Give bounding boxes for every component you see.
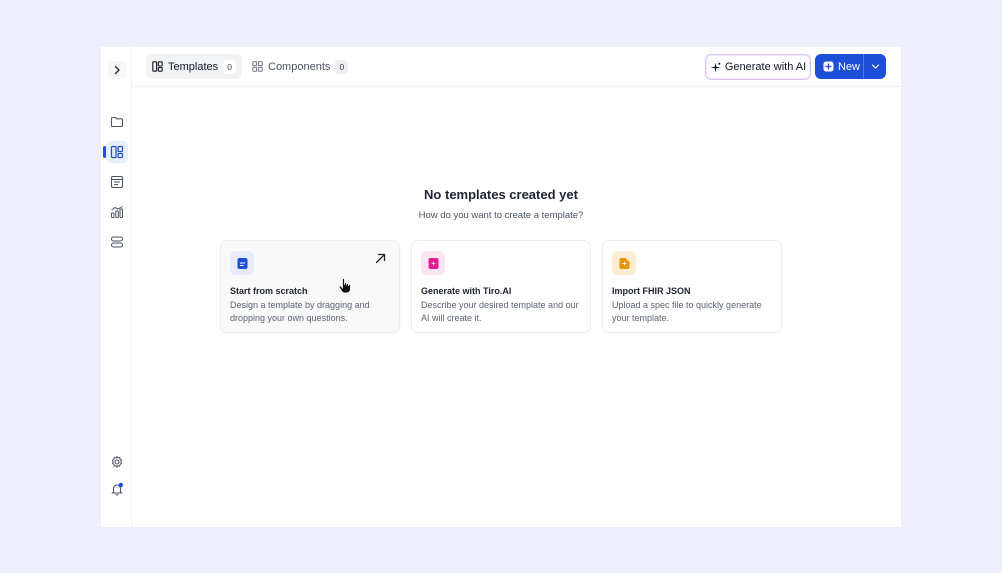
layout-icon [152,61,163,72]
sidebar-expand-button[interactable] [108,61,126,79]
tab-templates-count: 0 [223,59,237,74]
ai-document-icon [428,257,438,269]
card-icon-container [612,251,636,275]
card-description: Describe your desired template and our A… [421,300,579,323]
sidebar-item-folders[interactable] [106,111,128,133]
arrow-up-right-icon [375,253,386,264]
sparkle-icon [710,62,721,72]
sidebar-item-templates[interactable] [106,141,128,163]
card-title: Start from scratch [230,286,308,296]
card-generate-with-tiro-ai[interactable]: Generate with Tiro.AI Describe your desi… [411,240,591,333]
tab-templates[interactable]: Templates 0 [146,54,243,79]
tab-components-label: Components [268,60,331,73]
sidebar-item-stack[interactable] [106,231,128,253]
settings-icon [111,455,123,468]
card-import-fhir-json[interactable]: Import FHIR JSON Upload a spec file to q… [602,240,782,333]
sidebar-item-settings[interactable] [106,451,128,473]
hand-pointer-cursor-icon [338,278,351,294]
plus-square-icon [823,61,834,72]
generate-with-ai-label: Generate with AI [724,61,807,73]
sidebar [101,47,132,527]
grid-icon [252,61,263,72]
document-icon [237,257,247,269]
card-title: Generate with Tiro.AI [421,286,512,296]
card-description: Design a template by dragging and droppi… [230,300,370,323]
sidebar-item-notifications[interactable] [106,478,128,500]
empty-state-title: No templates created yet [424,187,578,202]
top-bar: Templates 0 Components 0 Generate with A… [132,47,901,87]
bell-icon [111,482,123,496]
card-start-from-scratch[interactable]: Start from scratch Design a template by … [220,240,400,333]
chevron-down-icon [871,64,879,69]
tab-templates-label: Templates [168,60,219,73]
tab-components-count: 0 [335,59,349,74]
card-icon-container [230,251,254,275]
tab-components[interactable]: Components 0 [246,54,354,79]
new-dropdown-toggle[interactable] [864,62,886,71]
card-description: Upload a spec file to quickly generate y… [612,300,762,323]
templates-icon [110,145,124,159]
new-button-label: New [838,60,861,73]
card-icon-container [421,251,445,275]
generate-with-ai-button[interactable]: Generate with AI [705,54,811,80]
card-title: Import FHIR JSON [612,286,691,296]
stack-icon [110,236,124,248]
empty-state-subtitle: How do you want to create a template? [418,210,584,221]
new-button[interactable]: New [815,54,886,79]
folder-icon [110,116,124,128]
import-file-icon [619,257,629,269]
new-button-main[interactable]: New [815,61,863,73]
chevron-right-icon [114,65,120,75]
app-window: Templates 0 Components 0 Generate with A… [101,47,901,527]
